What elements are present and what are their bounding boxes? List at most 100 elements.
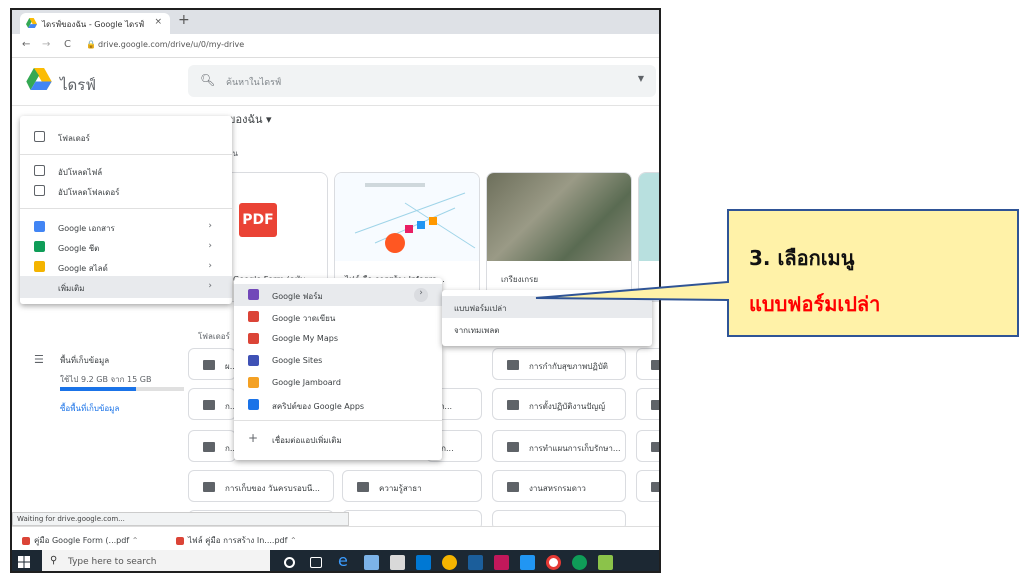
pdf-file-icon bbox=[22, 536, 30, 545]
file-thumbnail bbox=[639, 173, 659, 261]
cortana-icon[interactable] bbox=[284, 557, 295, 568]
folder-item[interactable] bbox=[636, 430, 659, 462]
drive-brand: ไดรฟ์ bbox=[60, 76, 96, 94]
drive-favicon-icon bbox=[26, 18, 37, 28]
file-card[interactable] bbox=[638, 172, 659, 302]
drive-header: ไดรฟ์ 🔍︎ ค้นหาในไดรฟ์ ▼ bbox=[12, 58, 659, 106]
folder-item[interactable] bbox=[636, 348, 659, 380]
folder-item[interactable]: การเก็บของ วันครบรอบนี... bbox=[188, 470, 334, 502]
menu-item-blank-form[interactable]: แบบฟอร์มเปล่า bbox=[442, 296, 652, 318]
file-explorer-icon[interactable] bbox=[364, 555, 379, 570]
back-icon[interactable]: ← bbox=[22, 39, 30, 50]
menu-item-upload-file[interactable]: อัปโหลดไฟล์ bbox=[20, 160, 232, 182]
forward-icon[interactable]: → bbox=[42, 39, 50, 50]
menu-item-docs[interactable]: Google เอกสาร › bbox=[20, 216, 232, 238]
folder-icon bbox=[203, 360, 215, 370]
folder-icon bbox=[507, 482, 519, 492]
menu-item-upload-folder[interactable]: อัปโหลดโฟลเดอร์ bbox=[20, 180, 232, 202]
drawings-icon bbox=[248, 311, 259, 322]
plus-icon: + bbox=[248, 431, 259, 445]
storage-icon: ☰ bbox=[34, 353, 44, 366]
browser-tab[interactable]: ไดรฟ์ของฉัน - Google ไดรฟ์ × bbox=[20, 13, 170, 34]
chevron-right-icon: › bbox=[208, 281, 212, 291]
file-thumbnail bbox=[335, 173, 479, 261]
menu-item-google-forms[interactable]: Google ฟอร์ม › bbox=[234, 284, 442, 306]
menu-item-slides[interactable]: Google สไลด์ › bbox=[20, 256, 232, 278]
search-icon: ⚲ bbox=[50, 555, 58, 566]
menu-item-apps-script[interactable]: สคริปต์ของ Google Apps bbox=[234, 394, 442, 416]
store-icon[interactable] bbox=[390, 555, 405, 570]
task-view-icon[interactable] bbox=[310, 557, 322, 568]
menu-item-connect-apps[interactable]: + เชื่อมต่อแอปเพิ่มเติม bbox=[234, 428, 442, 450]
folder-item[interactable]: ก... bbox=[188, 388, 236, 420]
folder-icon bbox=[651, 482, 659, 492]
menu-item-jamboard[interactable]: Google Jamboard bbox=[234, 372, 442, 394]
forms-submenu: แบบฟอร์มเปล่า จากเทมเพลต bbox=[442, 290, 652, 346]
infographic-thumbnail-icon bbox=[354, 183, 476, 253]
menu-item-my-maps[interactable]: Google My Maps bbox=[234, 328, 442, 350]
lock-icon: 🔒 bbox=[86, 40, 96, 49]
menu-item-google-sites[interactable]: Google Sites bbox=[234, 350, 442, 372]
app-icon[interactable] bbox=[598, 555, 613, 570]
file-thumbnail bbox=[487, 173, 631, 261]
media-icon[interactable] bbox=[494, 555, 509, 570]
chevron-right-icon: › bbox=[414, 288, 428, 302]
search-options-icon[interactable]: ▼ bbox=[638, 74, 644, 83]
app-icon[interactable] bbox=[572, 555, 587, 570]
menu-item-from-template[interactable]: จากเทมเพลต bbox=[442, 318, 652, 340]
folder-item[interactable]: การกำกับสุขภาพปฏิบัติ bbox=[492, 348, 626, 380]
sites-icon bbox=[248, 355, 259, 366]
folder-icon bbox=[507, 360, 519, 370]
windows-start-icon[interactable] bbox=[18, 556, 30, 568]
search-icon[interactable]: 🔍︎ bbox=[200, 73, 215, 87]
folder-item[interactable] bbox=[636, 388, 659, 420]
menu-item-google-drawings[interactable]: Google วาดเขียน bbox=[234, 306, 442, 328]
storage-label[interactable]: พื้นที่เก็บข้อมูล bbox=[60, 354, 109, 367]
breadcrumb[interactable]: ของฉัน ▾ bbox=[228, 110, 272, 128]
menu-item-more[interactable]: เพิ่มเติม › bbox=[20, 276, 232, 298]
folder-item[interactable] bbox=[636, 470, 659, 502]
folder-item[interactable]: งานสหรกรมดาว bbox=[492, 470, 626, 502]
browser-tab-strip: ไดรฟ์ของฉัน - Google ไดรฟ์ × + bbox=[12, 10, 659, 34]
folder-item[interactable]: ก... bbox=[188, 430, 236, 462]
buy-storage-link[interactable]: ซื้อพื้นที่เก็บข้อมูล bbox=[60, 402, 119, 415]
jamboard-icon bbox=[248, 377, 259, 388]
search-placeholder: ค้นหาในไดรฟ์ bbox=[226, 78, 282, 88]
mail-icon[interactable] bbox=[416, 555, 431, 570]
menu-divider bbox=[20, 154, 232, 155]
new-tab-button[interactable]: + bbox=[178, 12, 190, 28]
storage-progress-fill bbox=[60, 387, 136, 391]
storage-progress-bar bbox=[60, 387, 184, 391]
folder-item[interactable]: การทำแผนการเก็บรักษา... bbox=[492, 430, 626, 462]
folder-item[interactable]: ความรู้สาธา bbox=[342, 470, 482, 502]
taskbar-search-input[interactable]: ⚲ Type here to search bbox=[42, 550, 270, 571]
menu-item-sheets[interactable]: Google ชีต › bbox=[20, 236, 232, 258]
download-item[interactable]: คู่มือ Google Form (...pdf ⌃ bbox=[22, 534, 138, 547]
url-text[interactable]: drive.google.com/drive/u/0/my-drive bbox=[98, 40, 244, 49]
edge-icon[interactable]: e bbox=[338, 551, 353, 570]
new-folder-icon bbox=[34, 131, 45, 142]
status-bar: Waiting for drive.google.com... bbox=[12, 512, 349, 526]
chevron-right-icon: › bbox=[208, 221, 212, 231]
app-icon[interactable] bbox=[468, 555, 483, 570]
folder-icon bbox=[357, 482, 369, 492]
folder-item[interactable]: การตั้งปฏิบัติงานปัญญ์ bbox=[492, 388, 626, 420]
address-bar: ← → C 🔒 drive.google.com/drive/u/0/my-dr… bbox=[12, 34, 659, 58]
apps-script-icon bbox=[248, 399, 259, 410]
folder-item[interactable]: ผ... bbox=[188, 348, 236, 380]
record-icon[interactable] bbox=[546, 555, 561, 570]
screenshot-frame: ไดรฟ์ของฉัน - Google ไดรฟ์ × + ← → C 🔒 d… bbox=[10, 8, 661, 573]
file-card[interactable]: เกรียงเกรย bbox=[486, 172, 632, 302]
folder-icon bbox=[203, 400, 215, 410]
reload-icon[interactable]: C bbox=[64, 39, 71, 50]
menu-item-folder[interactable]: โฟลเดอร์ bbox=[20, 126, 232, 148]
app-icon[interactable] bbox=[520, 555, 535, 570]
slides-icon bbox=[34, 261, 45, 272]
search-input[interactable]: 🔍︎ ค้นหาในไดรฟ์ ▼ bbox=[188, 65, 656, 97]
tab-close-icon[interactable]: × bbox=[154, 17, 162, 27]
download-item[interactable]: ไฟล์ คู่มือ การสร้าง In....pdf ⌃ bbox=[176, 534, 297, 547]
chrome-icon[interactable] bbox=[442, 555, 457, 570]
tab-title: ไดรฟ์ของฉัน - Google ไดรฟ์ bbox=[42, 20, 145, 29]
menu-divider bbox=[234, 420, 442, 421]
downloads-bar: คู่มือ Google Form (...pdf ⌃ ไฟล์ คู่มือ… bbox=[12, 526, 659, 550]
